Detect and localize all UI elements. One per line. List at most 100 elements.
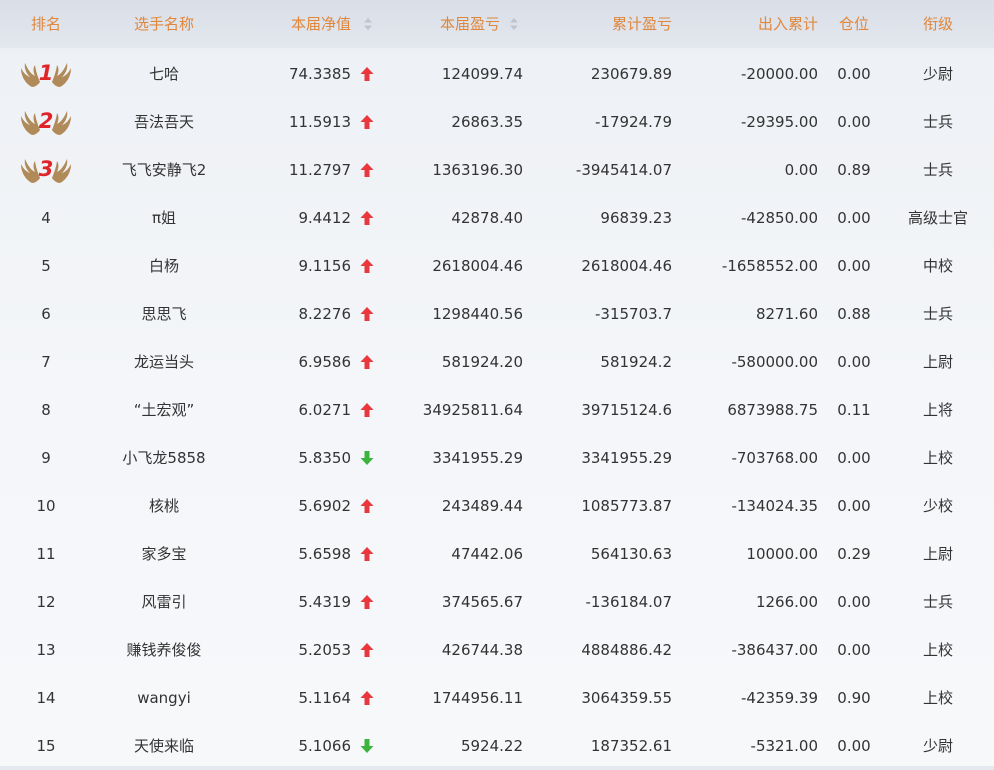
cumulative-profit-loss: 581924.2 <box>600 353 672 371</box>
table-row[interactable]: 9 小飞龙5858 5.8350 3341955.29 3341955.29 -70376… <box>0 434 994 482</box>
cumulative-flow: 8271.60 <box>755 305 818 323</box>
rank-title: 上尉 <box>922 545 953 563</box>
player-name[interactable]: 吾法吾天 <box>92 98 236 146</box>
net-value: 5.6902 <box>298 497 352 515</box>
position-ratio: 0.00 <box>837 257 871 275</box>
period-profit-loss: 42878.40 <box>451 209 523 227</box>
table-header: 排名 选手名称 本届净值 本届盈亏 累计盈亏 出入累计 仓位 衔级 <box>0 0 994 48</box>
player-name[interactable]: 家多宝 <box>92 530 236 578</box>
rank-cell: 2 <box>0 98 92 146</box>
player-name[interactable]: 龙运当头 <box>92 338 236 386</box>
net-value: 5.2053 <box>298 641 352 659</box>
player-name[interactable]: 风雷引 <box>92 578 236 626</box>
table-row[interactable]: 5 白杨 9.1156 2618004.46 2618004.46 -1658552.00… <box>0 242 994 290</box>
cumulative-flow: -386437.00 <box>731 641 818 659</box>
rank-number: 2 <box>38 109 54 133</box>
net-value: 11.2797 <box>288 161 351 179</box>
cumulative-profit-loss: 3064359.55 <box>581 689 672 707</box>
cumulative-flow: -42359.39 <box>741 689 818 707</box>
player-name[interactable]: 白杨 <box>92 242 236 290</box>
player-name[interactable]: 小飞龙5858 <box>92 434 236 482</box>
position-ratio: 0.89 <box>837 161 871 179</box>
net-value: 9.1156 <box>298 257 352 275</box>
table-row[interactable]: 2 吾法吾天 11.5913 26863.35 -17924.79 -29395.00 0.… <box>0 98 994 146</box>
period-profit-loss: 1298440.56 <box>432 305 523 323</box>
header-nav-sort[interactable]: 本届净值 <box>236 0 351 48</box>
position-ratio: 0.00 <box>837 353 871 371</box>
net-value: 5.6598 <box>298 545 352 563</box>
rank-number: 13 <box>36 641 56 659</box>
player-name[interactable]: wangyi <box>92 674 236 722</box>
position-ratio: 0.00 <box>837 737 871 755</box>
cumulative-flow: -42850.00 <box>741 209 818 227</box>
cumulative-profit-loss: -17924.79 <box>595 113 672 131</box>
rank-number: 8 <box>41 401 51 419</box>
position-ratio: 0.00 <box>837 65 871 83</box>
cumulative-flow: 10000.00 <box>746 545 818 563</box>
cumulative-flow: -703768.00 <box>731 449 818 467</box>
net-value: 6.0271 <box>298 401 352 419</box>
rank-title: 少尉 <box>922 65 953 83</box>
position-ratio: 0.90 <box>837 689 871 707</box>
arrow-up-icon <box>356 194 378 242</box>
cumulative-flow: -20000.00 <box>741 65 818 83</box>
player-name[interactable]: 思思飞 <box>92 290 236 338</box>
arrow-up-icon <box>356 146 378 194</box>
sort-arrows-icon[interactable] <box>361 0 375 48</box>
header-name: 选手名称 <box>133 15 194 33</box>
header-position: 仓位 <box>838 15 869 33</box>
cumulative-flow: 1266.00 <box>755 593 818 611</box>
table-row[interactable]: 14 wangyi 5.1164 1744956.11 3064359.55 -42359… <box>0 674 994 722</box>
table-row[interactable]: 8 “土宏观” 6.0271 34925811.64 39715124.6 6873988… <box>0 386 994 434</box>
player-name[interactable]: 核桃 <box>92 482 236 530</box>
cumulative-flow: 0.00 <box>784 161 818 179</box>
player-name[interactable]: π姐 <box>92 194 236 242</box>
table-row[interactable]: 3 飞飞安静飞2 11.2797 1363196.30 -3945414.07 0.00 0… <box>0 146 994 194</box>
net-value: 5.1164 <box>298 689 352 707</box>
table-row[interactable]: 7 龙运当头 6.9586 581924.20 581924.2 -580000.00 0.… <box>0 338 994 386</box>
table-row[interactable]: 6 思思飞 8.2276 1298440.56 -315703.7 8271.60 0.88… <box>0 290 994 338</box>
arrow-up-icon <box>356 50 378 98</box>
medal-wings-icon: 3 <box>18 156 74 184</box>
rank-number: 14 <box>36 689 56 707</box>
sort-arrows-icon[interactable] <box>507 0 521 48</box>
rank-number: 1 <box>38 61 54 85</box>
table-row[interactable]: 13 赚钱养俊俊 5.2053 426744.38 4884886.42 -386437.… <box>0 626 994 674</box>
cumulative-flow: 6873988.75 <box>727 401 818 419</box>
net-value: 5.8350 <box>298 449 352 467</box>
rank-number: 15 <box>36 737 56 755</box>
player-name[interactable]: 赚钱养俊俊 <box>92 626 236 674</box>
player-name[interactable]: “土宏观” <box>92 386 236 434</box>
table-row[interactable]: 1 七哈 74.3385 124099.74 230679.89 -20000.00 0.0… <box>0 50 994 98</box>
medal-wings-icon: 1 <box>18 60 74 88</box>
period-profit-loss: 3341955.29 <box>432 449 523 467</box>
table-row[interactable]: 11 家多宝 5.6598 47442.06 564130.63 10000.00 0.29… <box>0 530 994 578</box>
table-row[interactable]: 4 π姐 9.4412 42878.40 96839.23 -42850.00 0.00 高级… <box>0 194 994 242</box>
header-pl-sort[interactable]: 本届盈亏 <box>380 0 500 48</box>
net-value: 74.3385 <box>288 65 351 83</box>
rank-cell: 3 <box>0 146 92 194</box>
rank-number: 11 <box>36 545 56 563</box>
player-name[interactable]: 天使来临 <box>92 722 236 770</box>
cumulative-flow: -580000.00 <box>731 353 818 371</box>
player-name[interactable]: 七哈 <box>92 50 236 98</box>
cumulative-profit-loss: 2618004.46 <box>581 257 672 275</box>
net-value: 5.1066 <box>298 737 352 755</box>
position-ratio: 0.00 <box>837 641 871 659</box>
rank-title: 上校 <box>922 641 953 659</box>
rank-number: 7 <box>41 353 51 371</box>
arrow-up-icon <box>356 242 378 290</box>
table-row[interactable]: 15 天使来临 5.1066 5924.22 187352.61 -5321.00 0.00… <box>0 722 994 770</box>
position-ratio: 0.00 <box>837 497 871 515</box>
table-row[interactable]: 10 核桃 5.6902 243489.44 1085773.87 -134024.35 0… <box>0 482 994 530</box>
rank-title: 上校 <box>922 689 953 707</box>
period-profit-loss: 374565.67 <box>441 593 523 611</box>
arrow-up-icon <box>356 482 378 530</box>
table-row[interactable]: 12 风雷引 5.4319 374565.67 -136184.07 1266.00 0.0… <box>0 578 994 626</box>
cumulative-profit-loss: 564130.63 <box>590 545 672 563</box>
period-profit-loss: 581924.20 <box>441 353 523 371</box>
period-profit-loss: 5924.22 <box>460 737 523 755</box>
period-profit-loss: 34925811.64 <box>422 401 523 419</box>
header-flow: 出入累计 <box>757 15 818 33</box>
player-name[interactable]: 飞飞安静飞2 <box>92 146 236 194</box>
